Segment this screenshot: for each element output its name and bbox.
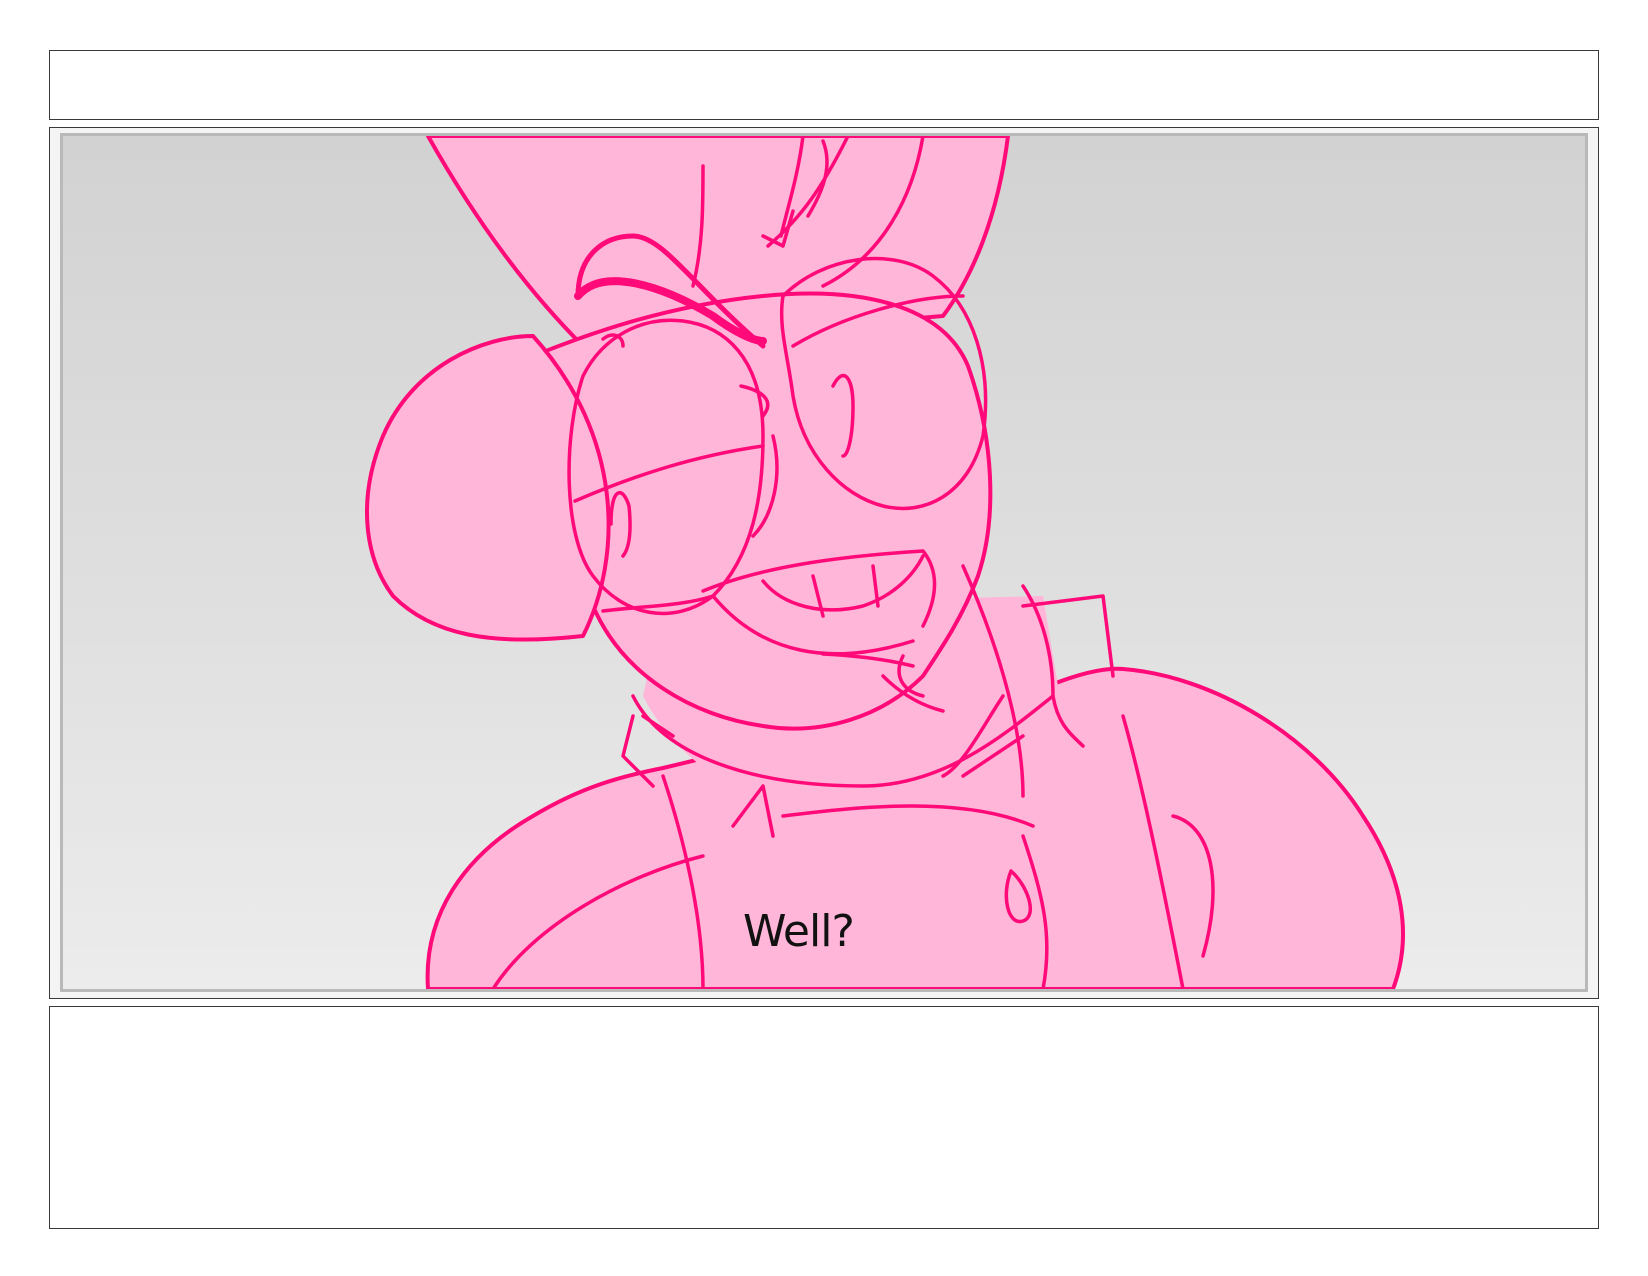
storyboard-panel: Well? [60,133,1588,992]
notes-box [49,1006,1599,1229]
header-box [49,50,1599,120]
dialogue-caption: Well? [743,906,855,957]
character-sketch [364,136,1405,989]
